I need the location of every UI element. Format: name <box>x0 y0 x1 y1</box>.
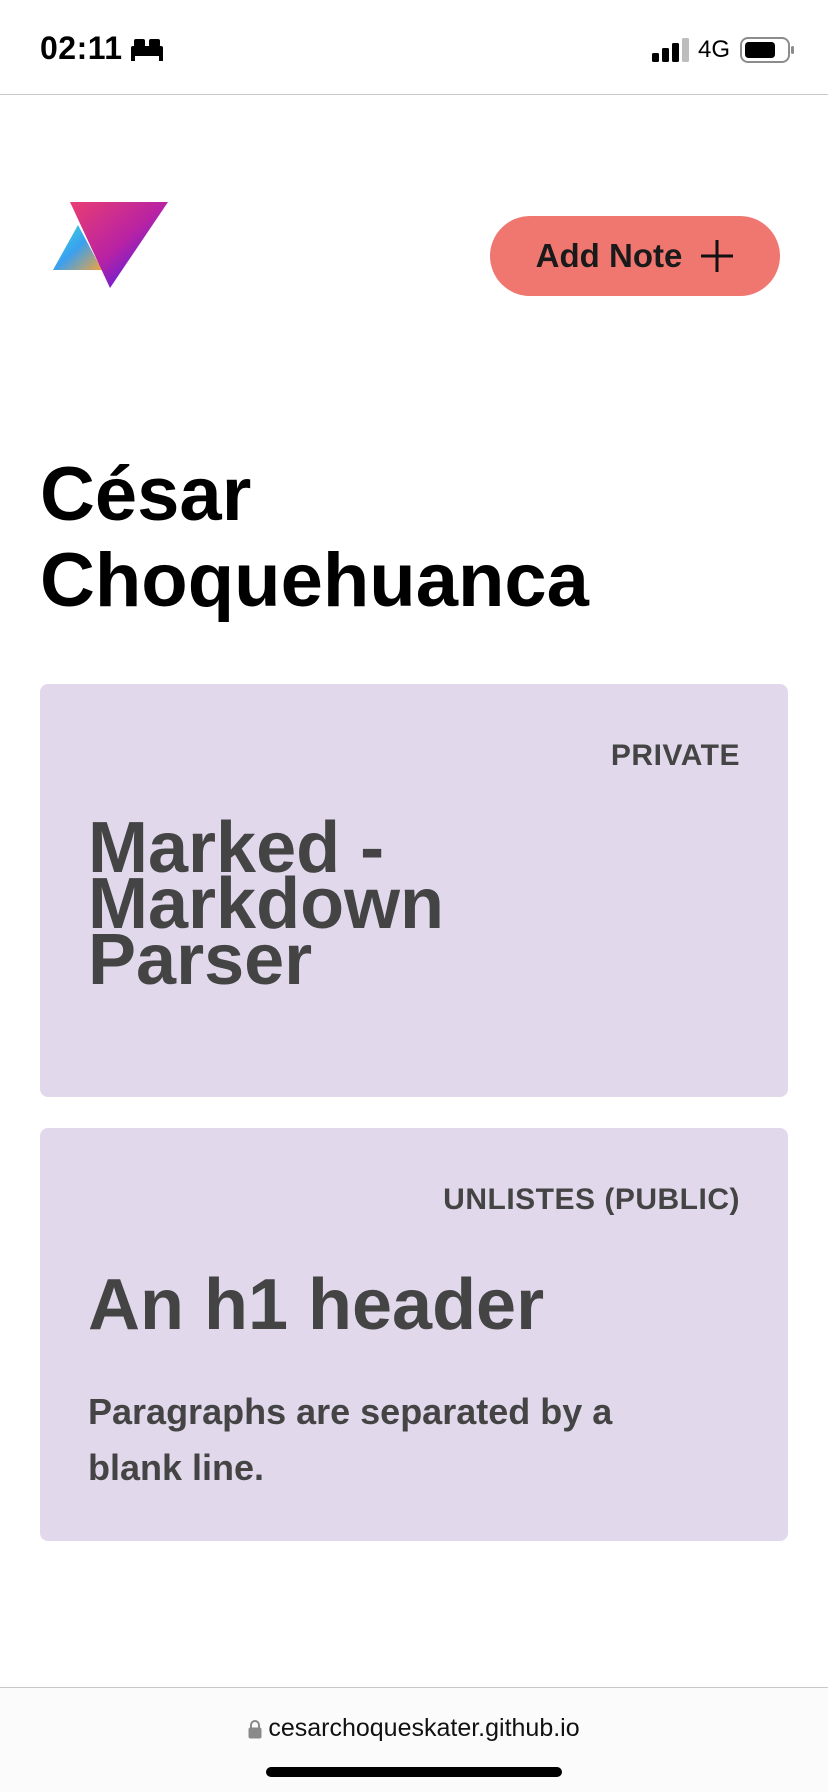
visibility-badge: UNLISTES (PUBLIC) <box>443 1183 740 1216</box>
plus-icon <box>701 240 734 272</box>
home-indicator[interactable] <box>266 1767 562 1777</box>
network-label: 4G <box>698 36 731 63</box>
note-heading: Marked - Markdown Parser <box>88 808 445 1000</box>
add-note-button[interactable]: Add Note <box>490 216 780 296</box>
signal-icon <box>652 38 689 62</box>
page-title: César Choquehuanca <box>40 452 589 623</box>
url-text: cesarchoqueskater.github.io <box>268 1714 580 1742</box>
add-note-label: Add Note <box>535 237 683 274</box>
gradient-triangles-logo <box>53 202 168 288</box>
screen: 02:11 4G Add Note César Choquehuanca PRI… <box>0 0 828 1792</box>
status-bar: 02:11 4G <box>0 0 828 95</box>
lock-icon <box>248 1719 262 1738</box>
status-time: 02:11 <box>40 30 123 66</box>
note-heading: An h1 header <box>88 1265 545 1345</box>
note-card[interactable]: UNLISTES (PUBLIC) An h1 header Paragraph… <box>40 1128 788 1541</box>
url-row: cesarchoqueskater.github.io <box>0 1714 828 1743</box>
sleep-icon <box>131 39 163 61</box>
note-paragraph: Paragraphs are separated by a blank line… <box>88 1391 613 1488</box>
note-card[interactable]: PRIVATE Marked - Markdown Parser <box>40 684 788 1097</box>
battery-icon <box>740 37 794 63</box>
visibility-badge: PRIVATE <box>610 739 740 772</box>
